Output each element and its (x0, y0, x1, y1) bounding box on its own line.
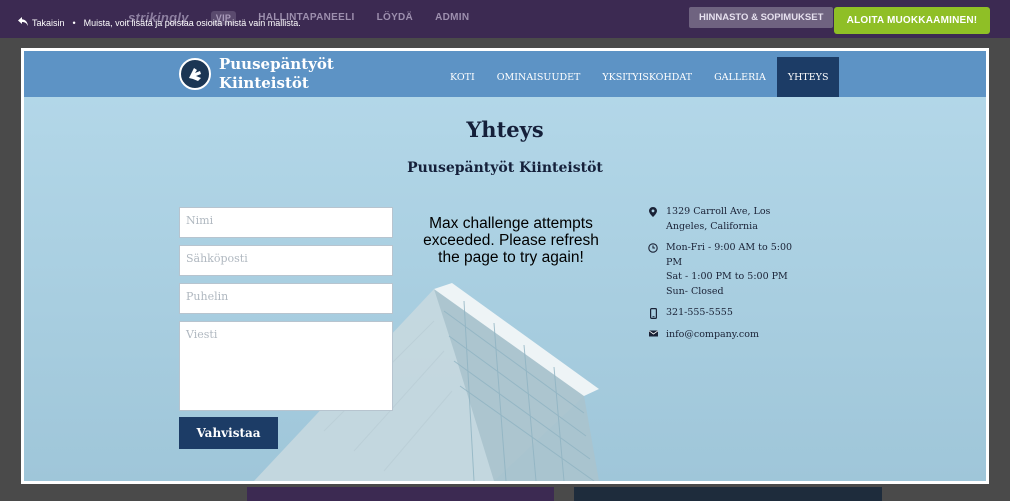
captcha-error-message: Max challenge attempts exceeded. Please … (423, 215, 599, 266)
site-navbar: Puusepäntyöt Kiinteistöt KOTI OMINAISUUD… (24, 51, 986, 97)
building-background-image (24, 51, 986, 481)
address-row: 1329 Carroll Ave, Los Angeles, Californi… (648, 205, 808, 234)
back-label: Takaisin (32, 17, 65, 28)
map-pin-icon (648, 205, 658, 234)
start-editing-button[interactable]: ALOITA MUOKKAAMINEN! (834, 7, 990, 34)
address-text: 1329 Carroll Ave, Los Angeles, Californi… (666, 206, 771, 232)
template-notice: Muista, voit lisätä ja poistaa osioita m… (83, 17, 301, 28)
brand-line-2: Kiinteistöt (219, 74, 309, 92)
hours-saturday: Sat - 1:00 PM to 5:00 PM (666, 271, 788, 282)
phone-field[interactable]: Puhelin (179, 283, 393, 314)
menu-item-koti[interactable]: KOTI (439, 57, 486, 97)
phone-icon (648, 306, 658, 321)
name-field[interactable]: Nimi (179, 207, 393, 238)
brand-line-1: Puusepäntyöt (219, 55, 334, 73)
section-title: Yhteys (466, 117, 544, 142)
section-subtitle: Puusepäntyöt Kiinteistöt (407, 160, 603, 176)
hours-row: Mon-Fri - 9:00 AM to 5:00 PM Sat - 1:00 … (648, 241, 808, 299)
template-thumb-left (247, 487, 554, 501)
hours-sunday: Sun- Closed (666, 285, 724, 297)
site-logo-icon (179, 58, 211, 90)
phone-text[interactable]: 321-555-5555 (666, 306, 733, 321)
nav-discover: LÖYDÄ (376, 12, 414, 23)
menu-item-ominaisuudet[interactable]: OMINAISUUDET (486, 57, 592, 97)
separator-dot: • (72, 17, 76, 28)
submit-button[interactable]: Vahvistaa (179, 417, 278, 449)
editor-top-bar: strikingly VIP HALLINTAPANEELI LÖYDÄ ADM… (0, 0, 1010, 38)
menu-item-yhteys[interactable]: YHTEYS (776, 57, 840, 97)
back-link[interactable]: Takaisin • Muista, voit lisätä ja poista… (18, 17, 301, 28)
email-field[interactable]: Sähköposti (179, 245, 393, 276)
clock-icon (648, 241, 658, 299)
site-preview-frame: Puusepäntyöt Kiinteistöt KOTI OMINAISUUD… (21, 48, 989, 484)
contact-info: 1329 Carroll Ave, Los Angeles, Californi… (648, 205, 808, 349)
email-text[interactable]: info@company.com (666, 328, 759, 343)
pricing-button[interactable]: HINNASTO & SOPIMUKSET (689, 7, 834, 28)
site-menu: KOTI OMINAISUUDET YKSITYISKOHDAT GALLERI… (439, 57, 840, 97)
template-thumb-right (574, 487, 882, 501)
menu-item-galleria[interactable]: GALLERIA (703, 57, 777, 97)
back-arrow-icon (18, 17, 28, 28)
site-brand-name: Puusepäntyöt Kiinteistöt (219, 55, 334, 93)
hours-weekdays: Mon-Fri - 9:00 AM to 5:00 PM (666, 242, 793, 268)
mail-icon (648, 328, 658, 343)
message-field[interactable]: Viesti (179, 321, 393, 411)
phone-row: 321-555-5555 (648, 306, 808, 321)
email-row: info@company.com (648, 328, 808, 343)
site-brand[interactable]: Puusepäntyöt Kiinteistöt (179, 55, 334, 93)
nav-admin: ADMIN (435, 12, 470, 23)
menu-item-yksityiskohdat[interactable]: YKSITYISKOHDAT (591, 57, 703, 97)
hours-text: Mon-Fri - 9:00 AM to 5:00 PM Sat - 1:00 … (666, 241, 808, 299)
